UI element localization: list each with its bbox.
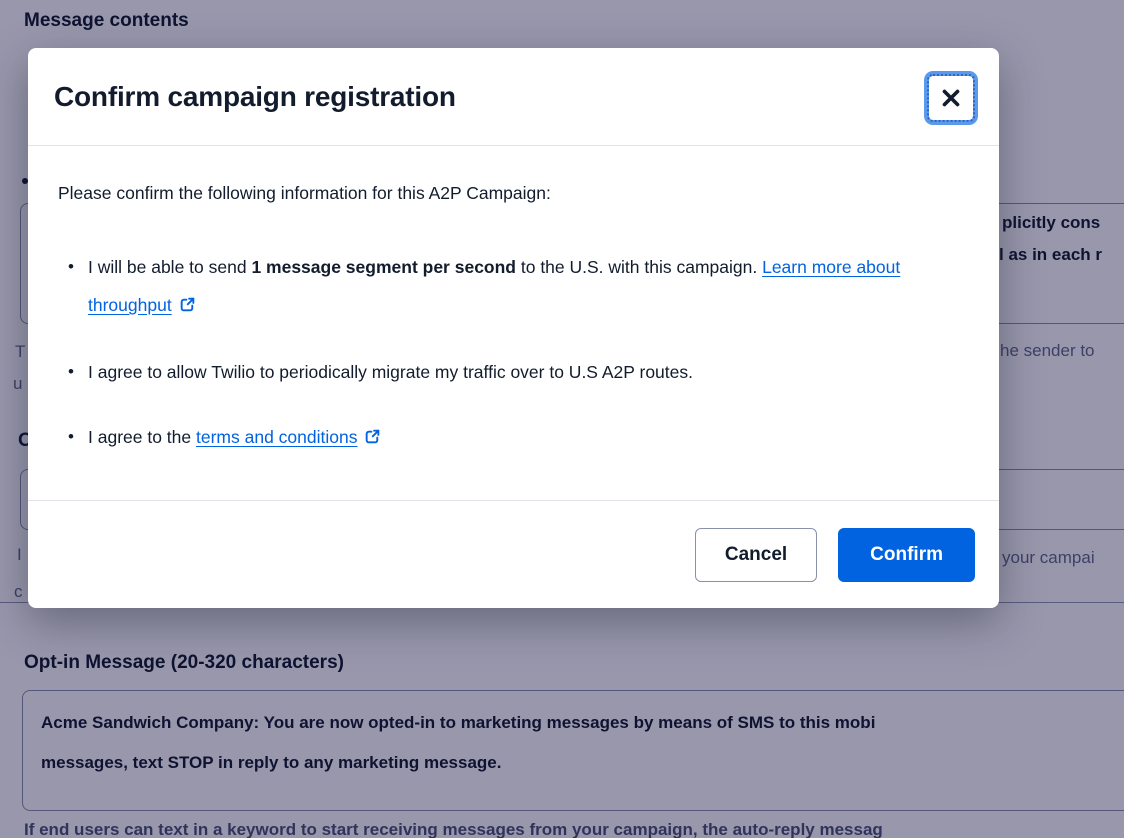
- terms-and-conditions-link[interactable]: terms and conditions: [196, 427, 357, 447]
- external-link-icon: [179, 288, 196, 326]
- list-item-text: I will be able to send: [88, 257, 251, 277]
- dialog-title: Confirm campaign registration: [54, 81, 456, 113]
- list-item-throughput: I will be able to send 1 message segment…: [88, 248, 928, 326]
- confirm-button[interactable]: Confirm: [838, 528, 975, 582]
- dialog-intro-text: Please confirm the following information…: [58, 180, 969, 206]
- list-item-text: I agree to the: [88, 427, 196, 447]
- confirmation-list: I will be able to send 1 message segment…: [58, 248, 969, 458]
- list-item-text: I agree to allow Twilio to periodically …: [88, 362, 693, 382]
- confirm-campaign-registration-dialog: Confirm campaign registration Please con…: [28, 48, 999, 608]
- external-link-icon: [364, 420, 381, 458]
- list-item-text: to the U.S. with this campaign.: [516, 257, 762, 277]
- list-item-migration: I agree to allow Twilio to periodically …: [88, 353, 928, 391]
- list-item-terms: I agree to the terms and conditions: [88, 418, 928, 458]
- dialog-footer: Cancel Confirm: [28, 500, 999, 608]
- close-button[interactable]: [929, 76, 973, 120]
- cancel-button[interactable]: Cancel: [695, 528, 817, 582]
- dialog-body: Please confirm the following information…: [28, 146, 999, 458]
- dialog-header: Confirm campaign registration: [28, 48, 999, 146]
- screen: Message contents plicitly cons l as in e…: [0, 0, 1124, 838]
- close-icon: [938, 85, 964, 111]
- throughput-bold-text: 1 message segment per second: [251, 257, 516, 277]
